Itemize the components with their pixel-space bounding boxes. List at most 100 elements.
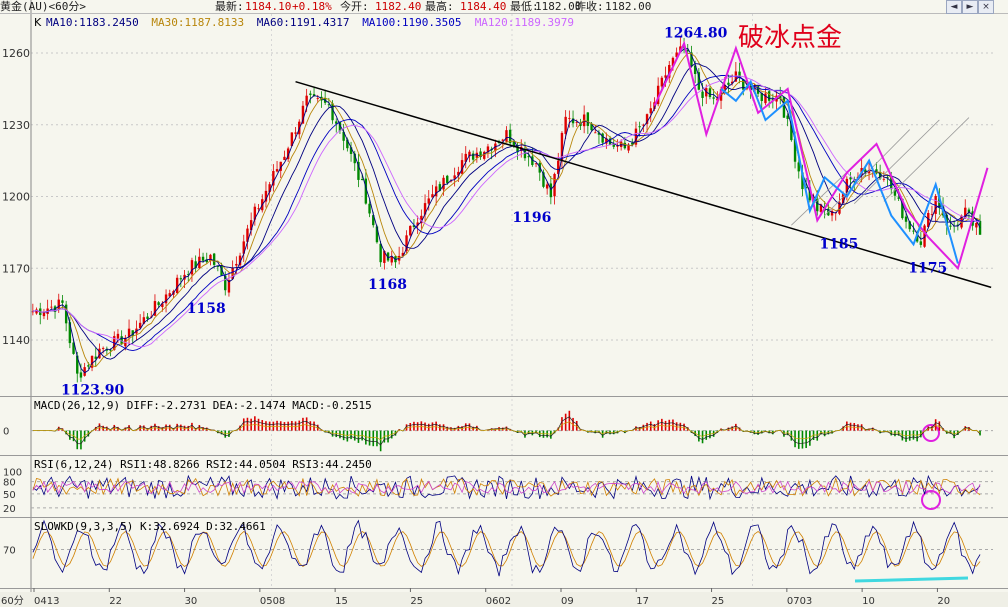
key-point-label: 1196 (512, 210, 551, 226)
chart-window: 1140 1170 1200 1230 1260 0413 22 30 0508 15 25 0602… (0, 0, 1008, 607)
ma100-line (32, 75, 981, 352)
candle-body (235, 263, 238, 266)
x-tick-label: 0508 (260, 596, 285, 607)
macd-y-label: 0 (3, 427, 9, 438)
key-point-label: 1123.90 (61, 383, 125, 399)
rsi-y-label: 50 (3, 490, 16, 501)
macd-label: MACD(26,12,9) DIFF:-2.2731 DEA:-2.1474 M… (34, 399, 372, 412)
candle-body (949, 225, 952, 227)
rsi-y-label: 80 (3, 478, 16, 489)
x-tick-label: 15 (335, 596, 348, 607)
y-tick-label: 1140 (2, 334, 30, 347)
header-field: 黄金(AU)<60分> (0, 0, 86, 13)
candle-body (564, 116, 567, 134)
ma-readout: MA120:1189.3979 (475, 16, 574, 29)
candle-body (505, 130, 508, 142)
candle-body (727, 82, 730, 85)
kd-y-label: 70 (3, 546, 16, 557)
close-icon[interactable]: × (978, 0, 994, 14)
candle-body (912, 230, 915, 232)
candle-body (87, 365, 90, 367)
x-tick-label: 25 (410, 596, 423, 607)
candle-body (157, 302, 160, 305)
candle-body (146, 316, 149, 319)
ma-readout: MA10:1183.2450 (46, 16, 139, 29)
candle-body (586, 112, 590, 126)
candle-body (294, 132, 297, 134)
key-point-label: 1168 (368, 277, 407, 293)
candle-body (409, 225, 412, 236)
candle-body (708, 88, 712, 98)
header-field: 最新: (215, 0, 244, 13)
ma-readout: MA60:1191.4317 (257, 16, 350, 29)
nav-prev-button[interactable]: ◄ (946, 0, 962, 14)
candle-body (368, 203, 371, 214)
main-panel-label: K (34, 16, 42, 29)
header-field: 1184.10 (245, 0, 291, 13)
kline-chart: 1140 1170 1200 1230 1260 0413 22 30 0508 15 25 0602… (0, 0, 1008, 607)
candle-body (568, 117, 571, 119)
ma10-line (32, 48, 981, 374)
kd-support-line (854, 576, 969, 583)
candle-body (712, 97, 715, 99)
candle-body (61, 300, 64, 303)
candle-body (331, 103, 334, 121)
candle-body (379, 243, 382, 263)
ma-lines (32, 48, 981, 374)
x-tick-label: 10 (862, 596, 875, 607)
header-field: 1182.40 (375, 0, 421, 13)
x-tick-label: 17 (636, 596, 649, 607)
header-field: +0.18% (292, 0, 332, 13)
candle-body (904, 216, 908, 222)
x-tick-label: 22 (109, 596, 122, 607)
candle-body (767, 91, 771, 101)
x-tick-label: 20 (937, 596, 950, 607)
x-axis-period: 60分 (1, 595, 24, 607)
candle-body (79, 372, 83, 378)
candle-body (882, 178, 886, 180)
candle-body (360, 179, 364, 180)
rsi-label: RSI(6,12,24) RSI1:48.8266 RSI2:44.0504 R… (34, 458, 372, 471)
y-tick-label: 1200 (2, 191, 30, 204)
header-field: 今开: (340, 0, 369, 13)
header-field: 1182.00 (605, 0, 651, 13)
key-point-label: 1158 (187, 301, 226, 317)
candle-body (660, 77, 664, 87)
header-field: 昨收: (575, 0, 604, 13)
candle-body (116, 333, 120, 339)
key-point-label: 1175 (908, 260, 947, 276)
x-tick-label: 30 (185, 596, 198, 607)
x-tick-label: 0602 (486, 596, 511, 607)
ma60-line (32, 63, 981, 360)
candle-body (427, 198, 430, 204)
nav-next-button[interactable]: ► (962, 0, 978, 14)
header-field: 1184.40 (460, 0, 506, 13)
candle-body (978, 220, 982, 235)
watermark-title: 破冰点金 (738, 23, 842, 53)
y-tick-label: 1170 (2, 262, 30, 275)
x-tick-label: 0703 (787, 596, 812, 607)
candle-body (190, 260, 194, 275)
candle-body (649, 108, 652, 114)
candle-body (919, 241, 923, 245)
key-point-label: 1185 (819, 236, 858, 252)
candle-body (201, 256, 205, 261)
candle-body (275, 169, 279, 172)
header-field: 最高: (425, 0, 454, 13)
candle-body (212, 253, 216, 265)
candle-body (549, 183, 553, 198)
candle-body (175, 277, 179, 294)
key-point-label: 1264.80 (664, 26, 728, 42)
candle-body (527, 156, 530, 158)
candle-body (257, 208, 260, 210)
x-tick-label: 09 (561, 596, 574, 607)
candle-body (594, 132, 597, 134)
candle-body (701, 91, 704, 98)
candle-body (101, 347, 105, 349)
x-tick-label: 25 (712, 596, 725, 607)
candle-body (179, 278, 183, 280)
y-tick-label: 1260 (2, 47, 30, 60)
candle-body (483, 151, 486, 159)
rsi-y-label: 100 (3, 467, 22, 478)
candle-body (50, 306, 53, 308)
